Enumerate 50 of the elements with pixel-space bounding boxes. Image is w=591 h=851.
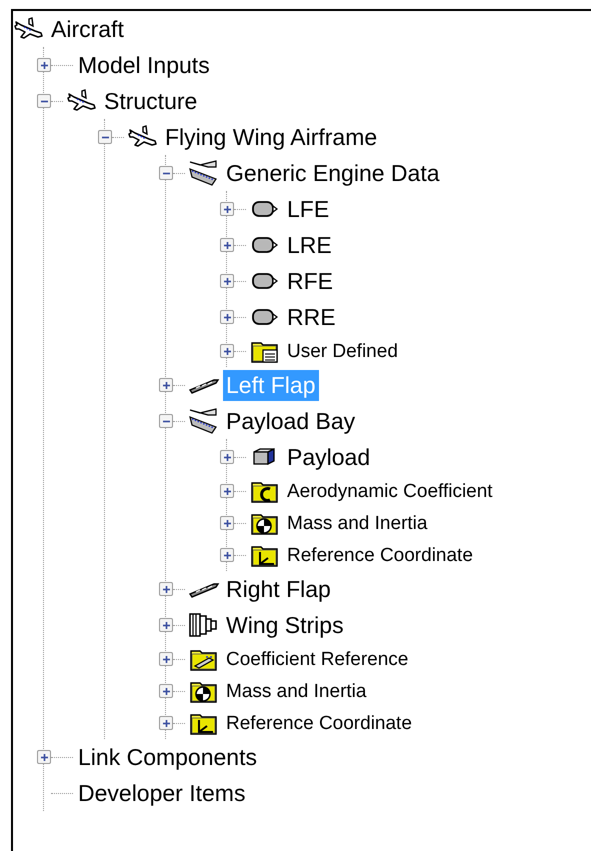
wing-strips-icon [188, 612, 220, 638]
expand-button[interactable] [220, 484, 234, 498]
expand-button[interactable] [220, 202, 234, 216]
expand-button[interactable] [220, 516, 234, 530]
tree-item-label[interactable]: Coefficient Reference [223, 646, 412, 672]
tree-item-label[interactable]: Aerodynamic Coefficient [284, 478, 496, 504]
tree-item-label[interactable]: Link Components [75, 742, 260, 772]
expand-button[interactable] [159, 684, 173, 698]
tree-item-label[interactable]: Payload Bay [223, 406, 358, 436]
expand-button[interactable] [220, 548, 234, 562]
expand-button[interactable] [220, 310, 234, 324]
expand-button[interactable] [220, 274, 234, 288]
tree-item-label[interactable]: Structure [101, 86, 200, 116]
tree-item-label[interactable]: Aircraft [48, 14, 127, 44]
collapse-button[interactable] [98, 130, 112, 144]
tree-item-label[interactable]: RFE [284, 266, 336, 296]
tree-item-label[interactable]: Reference Coordinate [284, 542, 476, 568]
expand-button[interactable] [220, 344, 234, 358]
tree-item-label[interactable]: LFE [284, 194, 332, 224]
tree-item-label[interactable]: Mass and Inertia [223, 678, 370, 704]
tree-item-label[interactable]: Wing Strips [223, 610, 347, 640]
expand-button[interactable] [37, 750, 51, 764]
expand-button[interactable] [159, 716, 173, 730]
tree-item-label[interactable]: Model Inputs [75, 50, 213, 80]
expand-button[interactable] [159, 378, 173, 392]
expand-button[interactable] [220, 450, 234, 464]
wing-section-icon [188, 407, 220, 435]
expand-button[interactable] [159, 652, 173, 666]
expand-button[interactable] [220, 238, 234, 252]
collapse-button[interactable] [37, 94, 51, 108]
tree-item-label[interactable]: Generic Engine Data [223, 158, 443, 188]
engine-icon [251, 234, 279, 256]
expand-button[interactable] [37, 58, 51, 72]
expand-button[interactable] [159, 582, 173, 596]
tree-item-label[interactable]: Flying Wing Airframe [162, 122, 380, 152]
tree-item-label[interactable]: Developer Items [75, 778, 248, 808]
tree-item-label[interactable]: Right Flap [223, 574, 334, 604]
tree-item-label[interactable]: RRE [284, 302, 339, 332]
tree-item-label[interactable]: Reference Coordinate [223, 710, 415, 736]
expand-button[interactable] [159, 618, 173, 632]
tree-item-label[interactable]: User Defined [284, 338, 401, 364]
wing-section-icon [188, 159, 220, 187]
tree-item-label[interactable]: LRE [284, 230, 335, 260]
engine-icon [251, 198, 279, 220]
collapse-button[interactable] [159, 414, 173, 428]
tree-item-label[interactable]: Mass and Inertia [284, 510, 430, 536]
engine-icon [251, 270, 279, 292]
engine-icon [251, 306, 279, 328]
tree-item-label[interactable]: Payload [284, 442, 374, 472]
collapse-button[interactable] [159, 166, 173, 180]
